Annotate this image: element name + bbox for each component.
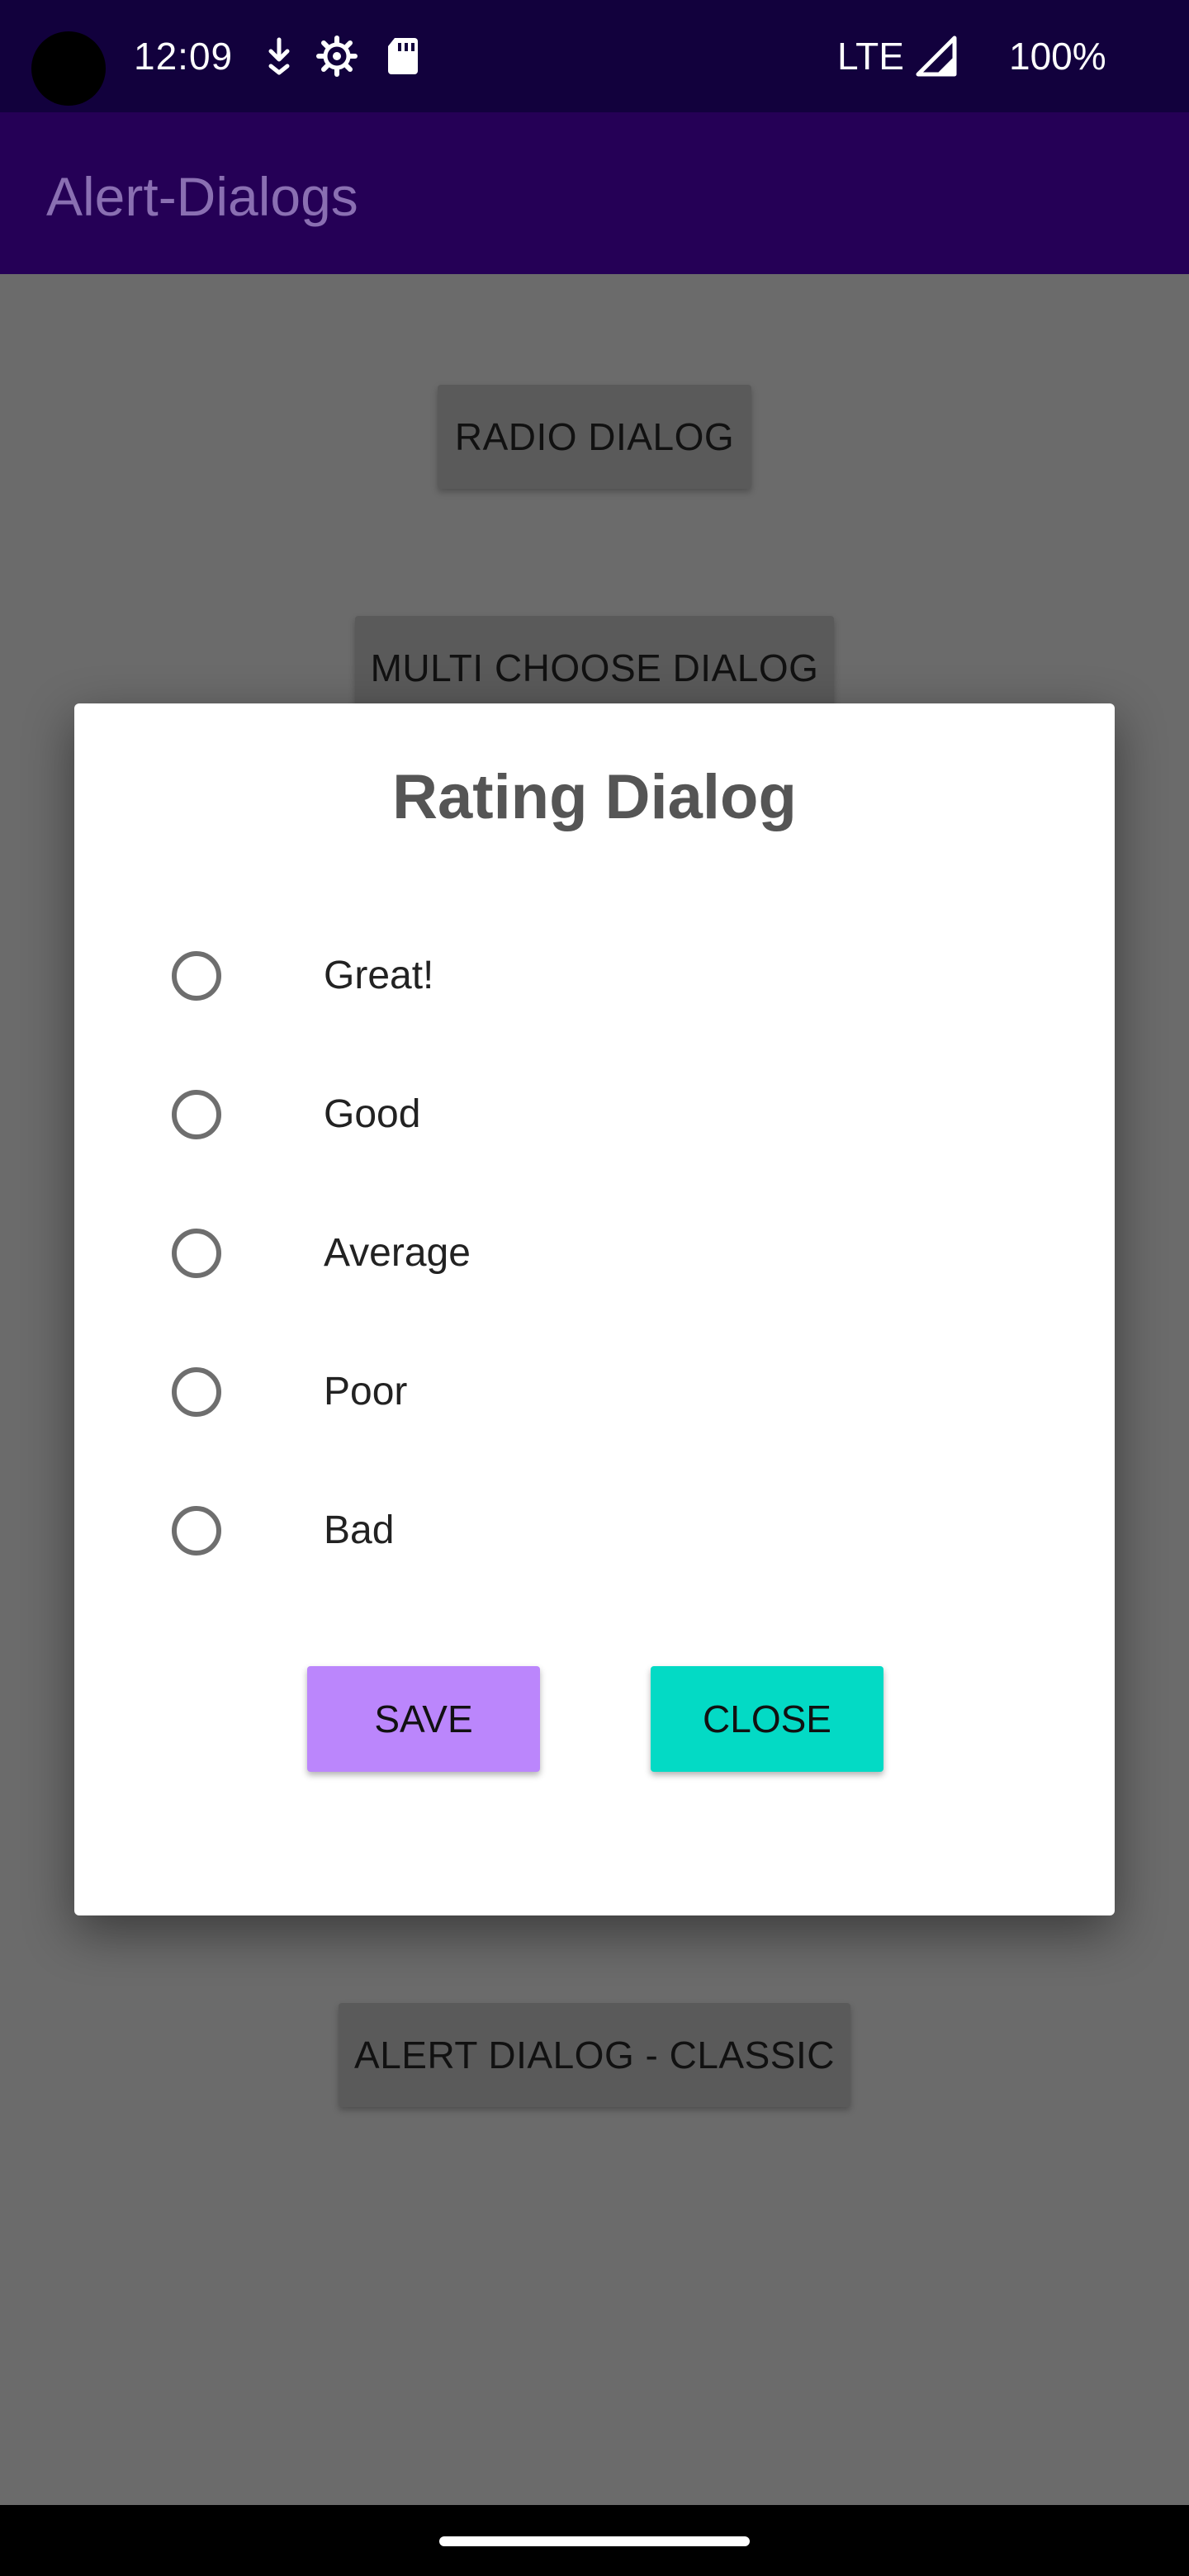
radio-label: Poor [324, 1370, 408, 1413]
status-bar: 12:09 LTE 100% [0, 0, 1189, 112]
radio-label: Great! [324, 954, 434, 997]
radio-option-good[interactable]: Good [172, 1082, 915, 1156]
app-title: Alert-Dialogs [46, 166, 358, 227]
radio-label: Average [324, 1231, 471, 1275]
radio-button-icon[interactable] [172, 1229, 221, 1278]
download-arrow-icon [268, 37, 290, 75]
battery-level: 100% [1009, 35, 1106, 78]
settings-gear-icon [316, 36, 358, 77]
save-button[interactable]: SAVE [307, 1666, 540, 1772]
signal-icon [916, 36, 957, 77]
status-time: 12:09 [134, 35, 234, 78]
radio-option-poor[interactable]: Poor [172, 1359, 915, 1433]
radio-dialog-button[interactable]: RADIO DIALOG [438, 385, 751, 489]
navigation-bar [0, 2505, 1189, 2576]
radio-option-average[interactable]: Average [172, 1220, 915, 1295]
radio-label: Bad [324, 1508, 395, 1552]
radio-label: Good [324, 1092, 421, 1136]
alert-dialog-classic-button[interactable]: ALERT DIALOG - CLASSIC [339, 2003, 850, 2107]
radio-button-icon[interactable] [172, 1367, 221, 1417]
home-gesture-handle[interactable] [439, 2536, 750, 2546]
radio-option-bad[interactable]: Bad [172, 1498, 915, 1572]
camera-cutout [31, 31, 106, 106]
sd-card-icon [388, 38, 418, 74]
radio-button-icon[interactable] [172, 1090, 221, 1139]
rating-dialog: Rating Dialog Great! Good Average Poor B… [74, 703, 1115, 1915]
network-type: LTE [837, 35, 904, 78]
radio-button-icon[interactable] [172, 1506, 221, 1556]
app-bar: Alert-Dialogs [0, 112, 1189, 274]
radio-option-great[interactable]: Great! [172, 943, 915, 1017]
close-button[interactable]: CLOSE [651, 1666, 883, 1772]
radio-button-icon[interactable] [172, 951, 221, 1001]
dialog-title: Rating Dialog [392, 762, 797, 832]
